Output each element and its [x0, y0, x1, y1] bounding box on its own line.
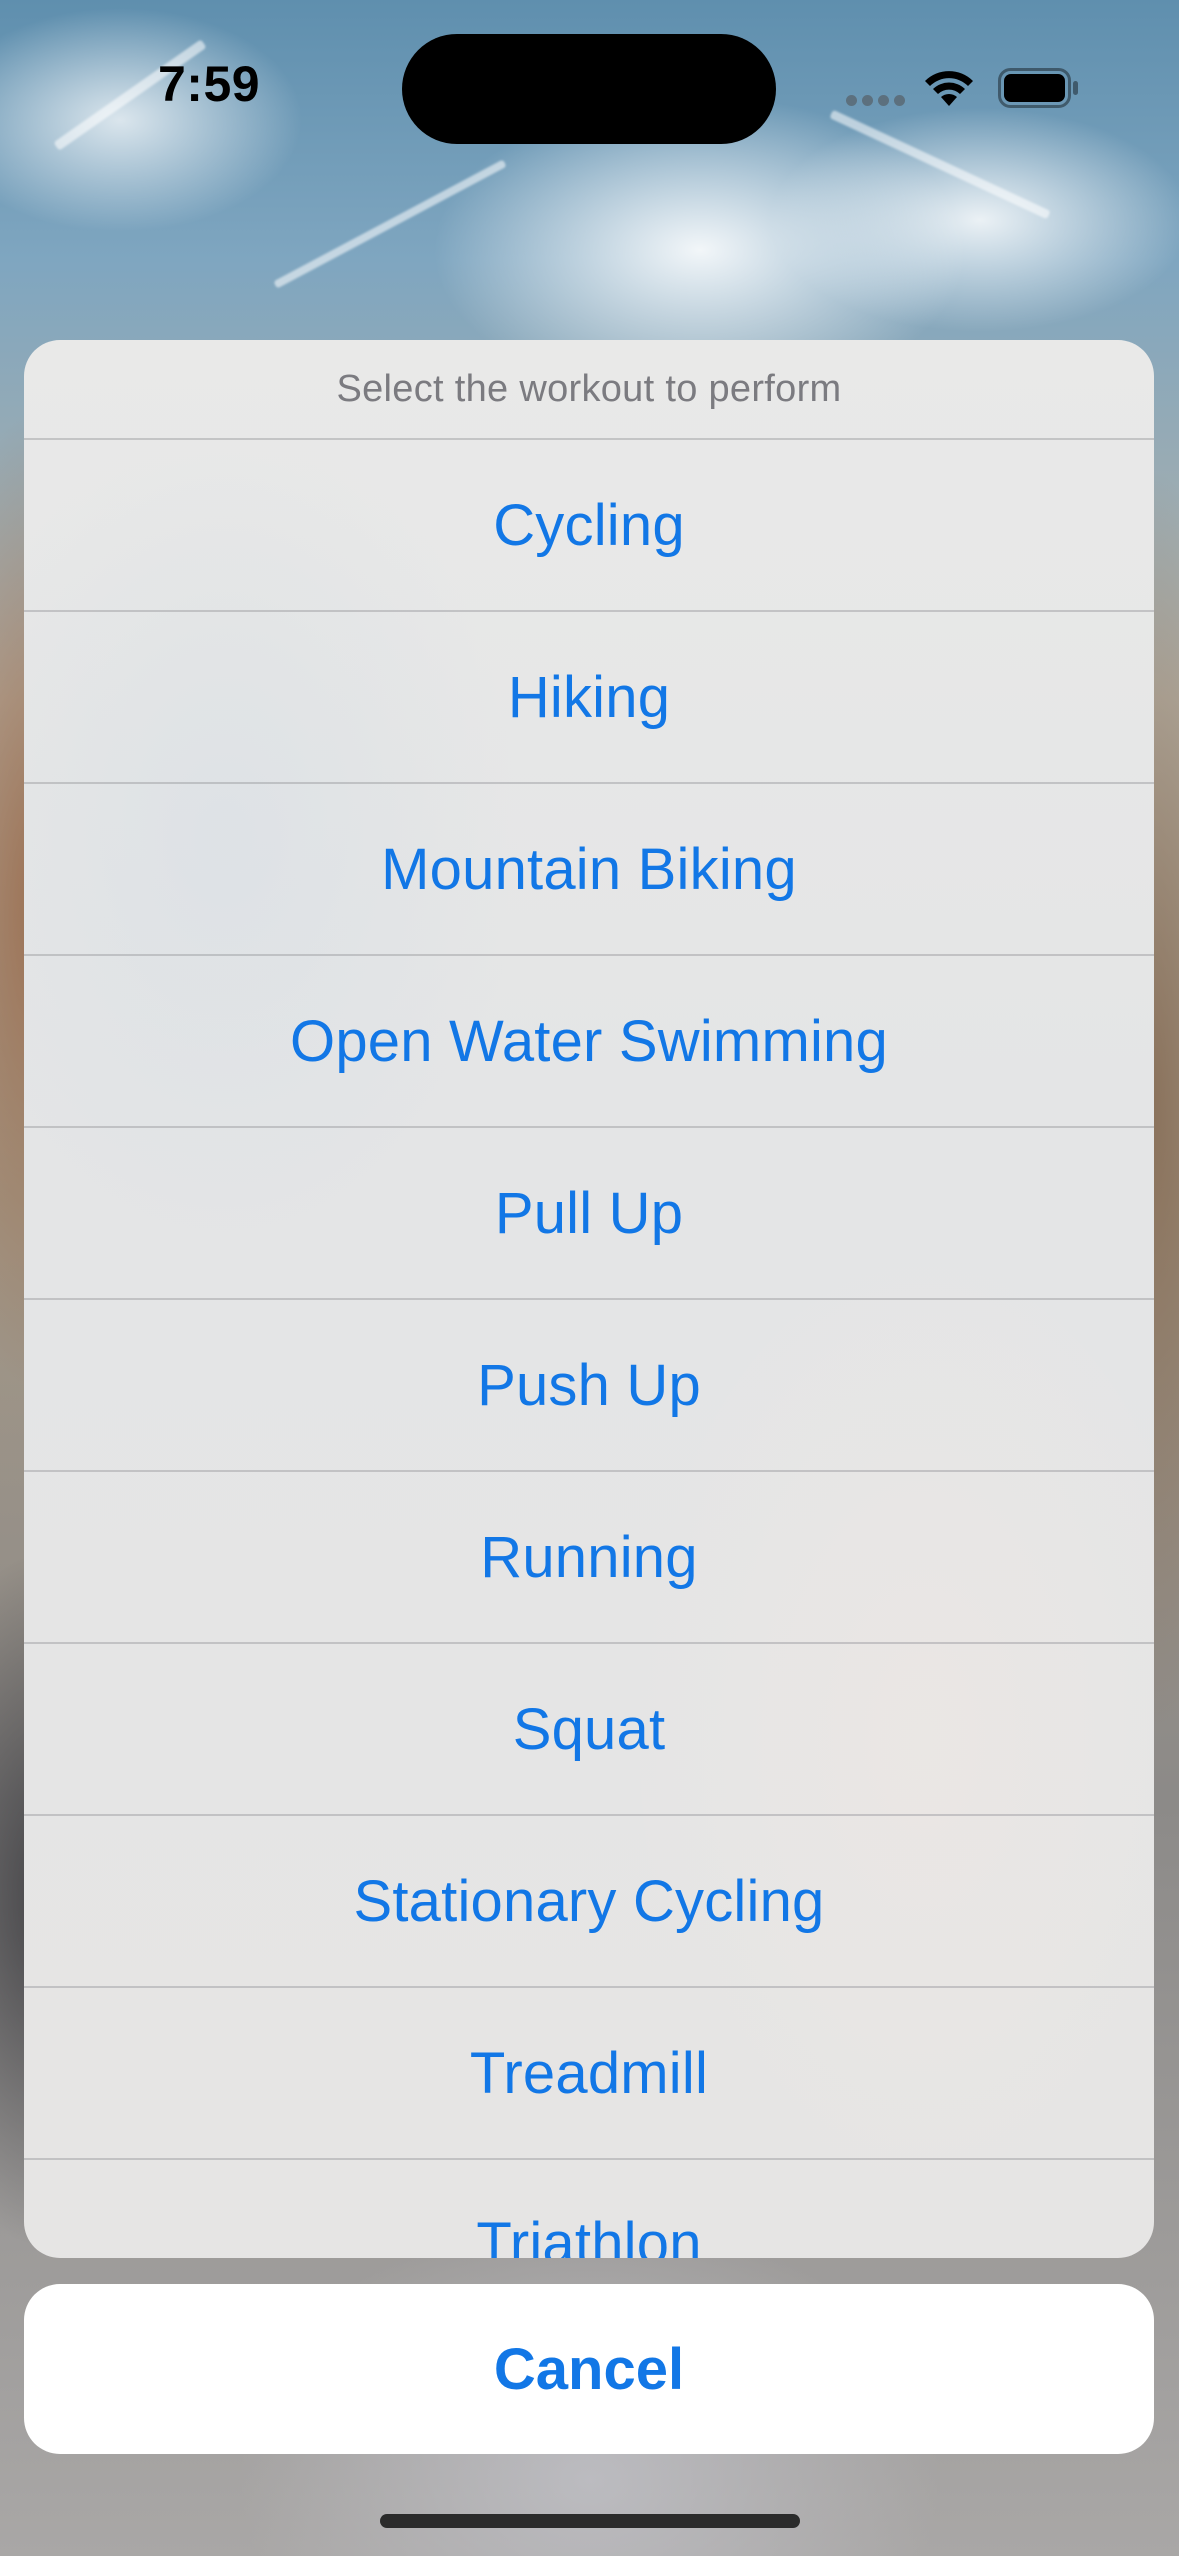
option-cycling[interactable]: Cycling	[24, 440, 1154, 612]
action-sheet-header: Select the workout to perform	[24, 340, 1154, 440]
wifi-icon	[925, 71, 973, 106]
battery-icon	[998, 68, 1078, 108]
option-label: Pull Up	[494, 1180, 684, 1246]
option-label: Open Water Swimming	[290, 1008, 888, 1074]
cellular-signal-icon	[846, 95, 906, 107]
action-sheet-message: Select the workout to perform	[336, 367, 842, 410]
option-pull-up[interactable]: Pull Up	[24, 1128, 1154, 1300]
option-label: Squat	[512, 1696, 666, 1762]
option-label: Hiking	[507, 664, 671, 730]
option-mountain-biking[interactable]: Mountain Biking	[24, 784, 1154, 956]
option-label: Running	[480, 1524, 698, 1590]
option-treadmill[interactable]: Treadmill	[24, 1988, 1154, 2160]
option-label: Mountain Biking	[381, 836, 797, 902]
cancel-button[interactable]: Cancel	[24, 2284, 1154, 2454]
workout-action-sheet: Select the workout to perform Cycling Hi…	[24, 340, 1154, 2258]
option-squat[interactable]: Squat	[24, 1644, 1154, 1816]
option-label: Triathlon	[476, 2211, 702, 2258]
status-time: 7:59	[158, 56, 261, 112]
option-open-water-swimming[interactable]: Open Water Swimming	[24, 956, 1154, 1128]
cancel-label: Cancel	[493, 2336, 685, 2402]
option-push-up[interactable]: Push Up	[24, 1300, 1154, 1472]
option-label: Stationary Cycling	[353, 1868, 825, 1934]
option-label: Cycling	[493, 492, 685, 558]
option-label: Treadmill	[469, 2040, 709, 2106]
option-stationary-cycling[interactable]: Stationary Cycling	[24, 1816, 1154, 1988]
option-running[interactable]: Running	[24, 1472, 1154, 1644]
dynamic-island	[402, 34, 776, 144]
option-hiking[interactable]: Hiking	[24, 612, 1154, 784]
status-bar: 7:59	[0, 0, 1179, 170]
option-label: Push Up	[477, 1352, 701, 1418]
home-indicator[interactable]	[380, 2514, 800, 2528]
option-triathlon[interactable]: Triathlon	[24, 2160, 1154, 2258]
